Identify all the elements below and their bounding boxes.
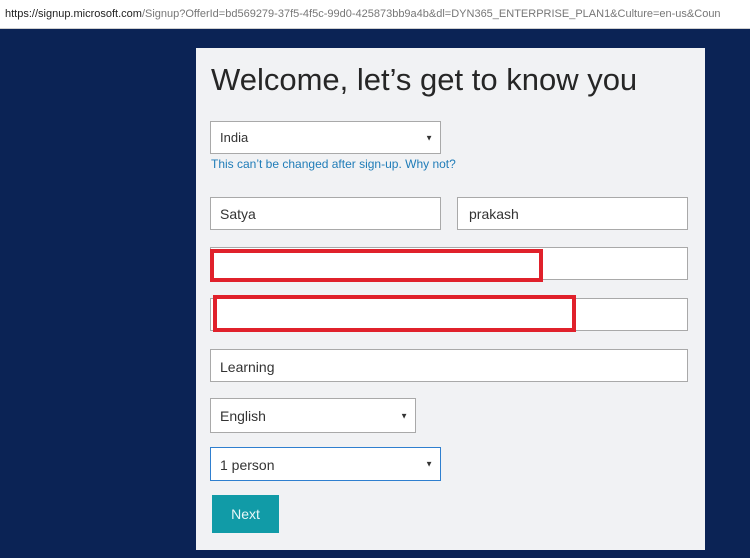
first-name-value: Satya (220, 206, 256, 222)
chevron-down-icon: ▼ (400, 411, 408, 420)
organization-value: Learning (220, 359, 275, 375)
first-name-field[interactable]: Satya (210, 197, 441, 230)
last-name-value: prakash (469, 206, 519, 222)
url-host: https://signup.microsoft.com (5, 8, 142, 20)
organization-size-value: 1 person (220, 457, 275, 473)
redaction-box (210, 249, 543, 282)
country-select[interactable]: India ▼ (210, 121, 441, 154)
url-path: /Signup?OfferId=bd569279-37f5-4f5c-99d0-… (141, 8, 721, 20)
signup-card: Welcome, let’s get to know you India ▼ T… (196, 48, 705, 550)
last-name-field[interactable]: prakash (457, 197, 688, 230)
language-value: English (220, 408, 266, 424)
organization-size-select[interactable]: 1 person ▼ (210, 447, 441, 481)
page-title: Welcome, let’s get to know you (211, 62, 638, 97)
language-select[interactable]: English ▼ (210, 398, 416, 433)
country-hint-link[interactable]: This can’t be changed after sign-up. Why… (211, 157, 456, 171)
chevron-down-icon: ▼ (425, 133, 433, 142)
next-button[interactable]: Next (212, 495, 279, 533)
country-value: India (220, 130, 249, 145)
redaction-box (213, 295, 576, 332)
chevron-down-icon: ▼ (425, 459, 433, 469)
address-bar[interactable]: https://signup.microsoft.com/Signup?Offe… (0, 0, 750, 29)
organization-field[interactable]: Learning (210, 349, 688, 382)
